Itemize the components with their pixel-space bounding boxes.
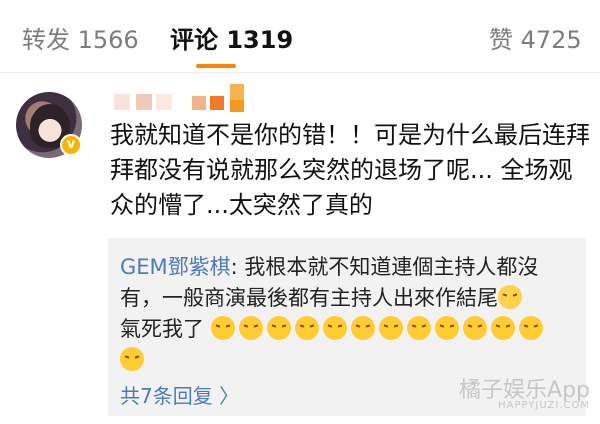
angry-emoji-icon — [210, 316, 235, 340]
angry-emoji-icon — [350, 316, 375, 340]
more-replies-link[interactable]: 共7条回复 〉 — [120, 380, 239, 409]
angry-emoji-icon — [490, 316, 515, 340]
tab-comment[interactable]: 评论 1319 — [170, 20, 293, 55]
reply-content: GEM鄧紫棋: 我根本就不知道連個主持人都沒有，一般商演最後都有主持人出來作結尾… — [120, 252, 576, 376]
angry-emoji-icon — [120, 347, 144, 371]
angry-emoji-icon — [406, 316, 431, 340]
verified-badge-icon: v — [60, 134, 82, 156]
crying-emoji-icon — [498, 285, 522, 309]
reply-text-tail: 氣死我了 — [120, 317, 204, 341]
tab-like[interactable]: 赞 4725 — [489, 20, 582, 55]
angry-emoji-icon — [462, 316, 487, 340]
tabs-divider — [0, 72, 600, 73]
username-redacted — [112, 84, 262, 114]
angry-emoji-icon — [518, 316, 543, 340]
comment-text: 我就知道不是你的错！！可是为什么最后连拜拜都没有说就那么突然的退场了呢... 全… — [110, 121, 590, 219]
reply-author-link[interactable]: GEM鄧紫棋 — [120, 255, 231, 279]
comment-tabs: 转发 1566 评论 1319 赞 4725 — [0, 0, 600, 76]
active-tab-indicator — [196, 64, 236, 68]
reply-box[interactable]: GEM鄧紫棋: 我根本就不知道連個主持人都沒有，一般商演最後都有主持人出來作結尾… — [108, 238, 586, 416]
angry-emoji-icon — [294, 316, 319, 340]
angry-emoji-icon — [322, 316, 347, 340]
tab-repost[interactable]: 转发 1566 — [22, 20, 139, 55]
reply-separator: : — [230, 255, 238, 279]
angry-emoji-icon — [378, 316, 403, 340]
angry-emoji-icon — [238, 316, 263, 340]
angry-emoji-icon — [266, 316, 291, 340]
angry-emoji-icon — [434, 316, 459, 340]
